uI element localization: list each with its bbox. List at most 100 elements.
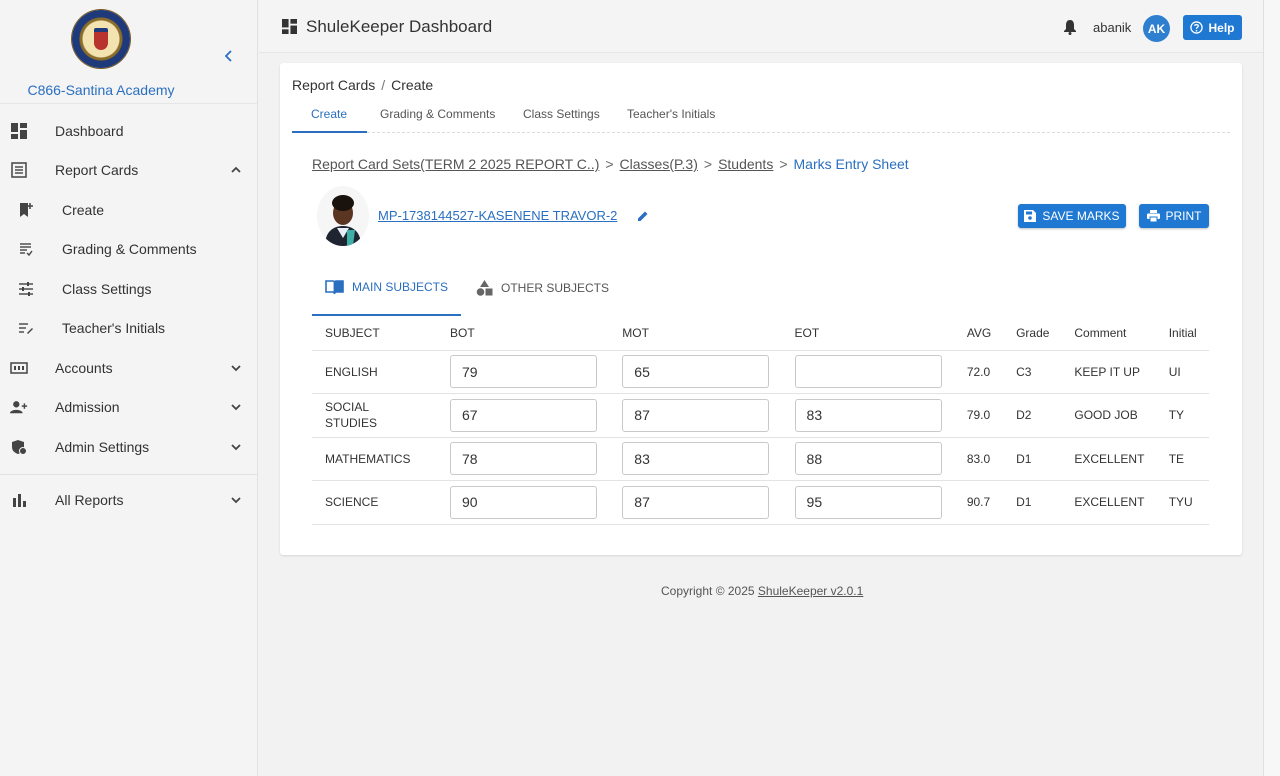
- grade-cell: D1: [1003, 437, 1062, 481]
- table-row: SOCIAL STUDIES 79.0 D2 GOOD JOB TY: [312, 393, 1209, 438]
- breadcrumb-root[interactable]: Report Cards: [292, 77, 375, 93]
- comment-cell: EXCELLENT: [1061, 437, 1156, 481]
- sidebar-item-label: Admin Settings: [55, 438, 150, 455]
- tab-create[interactable]: Create: [311, 107, 347, 121]
- eot-mark-input[interactable]: [794, 485, 942, 519]
- tab-main-subjects[interactable]: MAIN SUBJECTS: [325, 280, 448, 294]
- avg-cell: 79.0: [953, 393, 1004, 438]
- eot-cell: [781, 480, 954, 525]
- active-tab-indicator: [292, 131, 367, 133]
- tab-other-subjects[interactable]: OTHER SUBJECTS: [476, 280, 609, 296]
- eot-mark-input[interactable]: [794, 398, 942, 432]
- eot-mark-input[interactable]: [794, 442, 942, 476]
- avatar[interactable]: AK: [1143, 15, 1170, 42]
- sidebar-item-label: All Reports: [55, 492, 124, 509]
- breadcrumb-separator: /: [381, 77, 386, 93]
- sidebar-item-class-settings[interactable]: Class Settings: [0, 269, 258, 309]
- trail-separator: >: [703, 156, 713, 172]
- trail-report-card-sets[interactable]: Report Card Sets(TERM 2 2025 REPORT C..): [312, 156, 599, 172]
- collapse-sidebar-button[interactable]: [218, 48, 240, 74]
- subject-cell: SCIENCE: [312, 480, 438, 525]
- sidebar-item-report-cards[interactable]: Report Cards: [0, 151, 258, 191]
- tab-teachers-initials[interactable]: Teacher's Initials: [627, 107, 715, 121]
- bot-mark-input[interactable]: [450, 355, 598, 389]
- help-label: Help: [1208, 20, 1235, 35]
- help-button[interactable]: Help: [1183, 15, 1242, 40]
- main-subjects-label: MAIN SUBJECTS: [352, 280, 449, 294]
- avg-cell: 72.0: [953, 350, 1004, 394]
- initial-cell: UI: [1155, 350, 1209, 394]
- sidebar-item-label: Accounts: [55, 359, 113, 376]
- list-icon: [10, 161, 28, 179]
- grading-icon: [17, 240, 35, 258]
- save-marks-label: SAVE MARKS: [1042, 209, 1120, 223]
- trail-students[interactable]: Students: [718, 156, 773, 172]
- pencil-icon[interactable]: [637, 210, 649, 222]
- sidebar-item-label: Admission: [55, 399, 120, 416]
- sidebar-item-all-reports[interactable]: All Reports: [0, 481, 258, 521]
- footer-copyright: Copyright © 2025: [661, 584, 755, 598]
- grade-cell: D1: [1003, 480, 1062, 525]
- chevron-down-icon: [231, 444, 241, 451]
- tab-grading-comments[interactable]: Grading & Comments: [380, 107, 495, 121]
- mot-mark-input[interactable]: [622, 355, 770, 389]
- table-row: MATHEMATICS 83.0 D1 EXCELLENT TE: [312, 437, 1209, 481]
- mot-mark-input[interactable]: [622, 442, 770, 476]
- sidebar-item-label: Report Cards: [55, 162, 139, 179]
- avg-cell: 90.7: [953, 480, 1004, 525]
- comment-cell: GOOD JOB: [1061, 393, 1156, 438]
- help-icon: [1190, 21, 1204, 34]
- section-tabs: Create Grading & Comments Class Settings…: [292, 99, 1230, 133]
- save-marks-button[interactable]: SAVE MARKS: [1018, 204, 1126, 228]
- username[interactable]: abanik: [1093, 20, 1131, 35]
- mot-mark-input[interactable]: [622, 485, 770, 519]
- print-button[interactable]: PRINT: [1139, 204, 1209, 228]
- mot-cell: [609, 480, 782, 525]
- trail-separator: >: [605, 156, 614, 172]
- mot-mark-input[interactable]: [622, 398, 770, 432]
- eot-mark-input[interactable]: [794, 355, 942, 389]
- student-name-link[interactable]: MP-1738144527-KASENENE TRAVOR-2: [378, 208, 617, 223]
- sidebar-item-create[interactable]: Create: [0, 190, 258, 230]
- eot-cell: [781, 350, 954, 394]
- subject-cell: ENGLISH: [312, 350, 438, 394]
- school-seal-logo: [72, 10, 130, 68]
- sidebar-divider: [0, 473, 258, 475]
- bookmark-add-icon: [17, 201, 35, 219]
- sidebar-item-label: Class Settings: [62, 280, 152, 297]
- sidebar-item-dashboard[interactable]: Dashboard: [0, 111, 258, 151]
- table-header-row: SUBJECT BOT MOT EOT AVG Grade Comment In…: [312, 316, 1209, 351]
- column-header-grade: Grade: [1003, 316, 1062, 351]
- sidebar-item-admin-settings[interactable]: Admin Settings: [0, 427, 258, 467]
- footer-version-link[interactable]: ShuleKeeper v2.0.1: [758, 584, 863, 598]
- column-header-mot: MOT: [609, 316, 782, 351]
- bell-icon[interactable]: [1063, 19, 1077, 35]
- marks-table: SUBJECT BOT MOT EOT AVG Grade Comment In…: [312, 316, 1209, 525]
- admin-settings-icon: [10, 438, 28, 456]
- trail-classes[interactable]: Classes(P.3): [620, 156, 698, 172]
- mot-cell: [609, 437, 782, 481]
- logo-area: C866-Santina Academy: [0, 0, 257, 104]
- footer: Copyright © 2025 ShuleKeeper v2.0.1: [661, 584, 863, 598]
- bot-mark-input[interactable]: [450, 398, 598, 432]
- breadcrumb-current: Create: [391, 77, 434, 93]
- school-name[interactable]: C866-Santina Academy: [0, 82, 202, 98]
- sidebar-item-grading-comments[interactable]: Grading & Comments: [0, 230, 258, 270]
- sidebar-item-accounts[interactable]: Accounts: [0, 348, 258, 388]
- mot-cell: [609, 393, 782, 438]
- avg-cell: 83.0: [953, 437, 1004, 481]
- breadcrumb: Report Cards / Create: [292, 77, 433, 93]
- bot-mark-input[interactable]: [450, 485, 598, 519]
- sidebar-item-label: Grading & Comments: [62, 241, 197, 258]
- eot-cell: [781, 393, 954, 438]
- sidebar-nav: Dashboard Report Cards Create Grading & …: [0, 111, 258, 520]
- bot-mark-input[interactable]: [450, 442, 598, 476]
- initial-cell: TE: [1155, 437, 1209, 481]
- mot-cell: [609, 350, 782, 394]
- right-edge-panel: [1263, 0, 1280, 776]
- sidebar-item-admission[interactable]: Admission: [0, 388, 258, 428]
- accounts-icon: [10, 359, 28, 377]
- tab-class-settings[interactable]: Class Settings: [523, 107, 600, 121]
- app-title: ShuleKeeper Dashboard: [306, 17, 493, 36]
- sidebar-item-teachers-initials[interactable]: Teacher's Initials: [0, 309, 258, 349]
